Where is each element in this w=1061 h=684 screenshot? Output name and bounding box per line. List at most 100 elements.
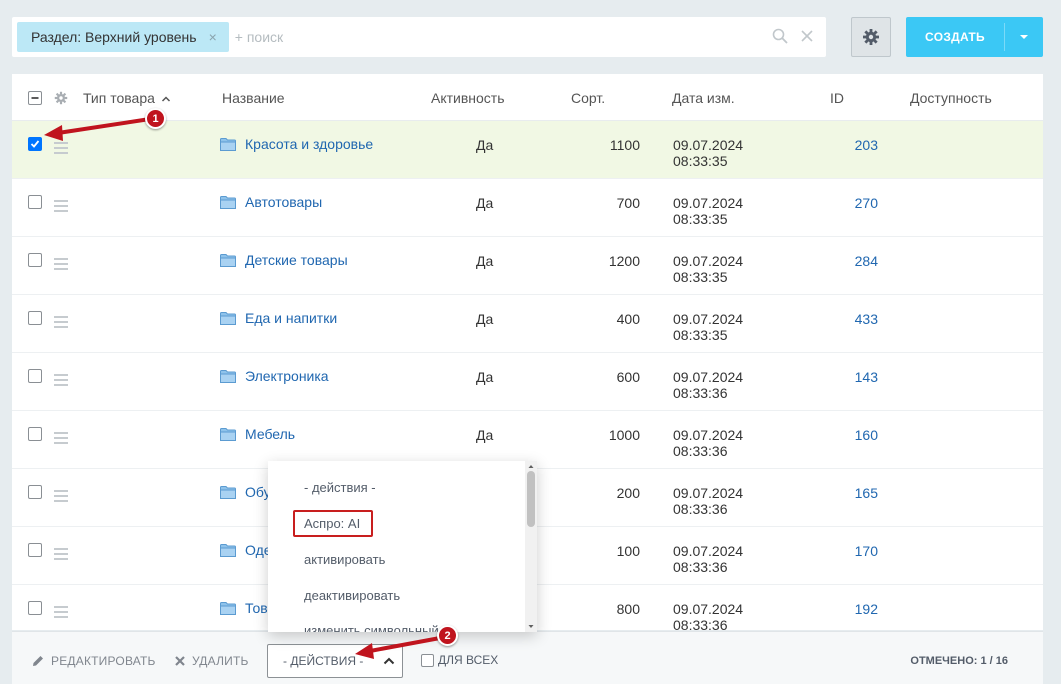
row-checkbox[interactable] [28,601,42,615]
create-dropdown-toggle[interactable] [1005,34,1043,40]
for-all-toggle[interactable]: ДЛЯ ВСЕХ [421,653,498,667]
row-name: Еда и напитки [245,310,338,326]
dropdown-item-deactivate[interactable]: деактивировать [304,588,400,603]
table-row[interactable]: Красота и здоровье Да 1100 09.07.2024 08:33:… [12,121,1043,179]
filter-bar: Раздел: Верхний уровень × [12,17,826,57]
column-header-type[interactable]: Тип товара [83,90,171,106]
row-id-link[interactable]: 143 [855,369,878,385]
filter-chip-label: Раздел: Верхний уровень [31,29,197,45]
row-id-link[interactable]: 433 [855,311,878,327]
row-date-time: 08:33:36 [673,385,728,401]
row-checkbox[interactable] [28,195,42,209]
delete-button[interactable]: УДАЛИТЬ [174,654,249,668]
row-date-day: 09.07.2024 [673,137,744,153]
drag-handle-icon[interactable] [54,432,68,447]
drag-handle-icon[interactable] [54,548,68,563]
row-date-day: 09.07.2024 [673,369,744,385]
table-row[interactable]: Электроника Да 600 09.07.2024 08:33:36 143 [12,353,1043,411]
row-name-link[interactable]: Обу [220,484,271,500]
row-date-day: 09.07.2024 [673,601,744,617]
column-settings-gear-icon[interactable] [54,91,68,105]
edit-button[interactable]: РЕДАКТИРОВАТЬ [31,654,156,668]
row-sort: 1100 [609,137,640,153]
clear-search-icon[interactable] [800,28,814,44]
scroll-down-arrow-icon[interactable] [525,623,537,631]
row-name-link[interactable]: Мебель [220,426,295,442]
table-row[interactable]: Детские товары Да 1200 09.07.2024 08:33:35 28… [12,237,1043,295]
row-date: 09.07.2024 08:33:36 [673,427,743,459]
bottom-action-panel: РЕДАКТИРОВАТЬ УДАЛИТЬ - ДЕЙСТВИЯ - ДЛЯ В… [12,631,1043,684]
row-id-link[interactable]: 192 [855,601,878,617]
row-id-link[interactable]: 203 [855,137,878,153]
drag-handle-icon[interactable] [54,258,68,273]
create-button[interactable]: СОЗДАТЬ [906,17,1043,57]
row-checkbox[interactable] [28,253,42,267]
row-sort: 200 [616,485,640,501]
row-name-link[interactable]: Оде [220,542,272,558]
dropdown-item-change-code[interactable]: изменить символьный [304,623,439,632]
search-icon[interactable] [772,28,788,44]
row-checkbox[interactable] [28,137,42,151]
column-header-availability[interactable]: Доступность [910,90,992,106]
row-date-day: 09.07.2024 [673,485,744,501]
edit-button-label: РЕДАКТИРОВАТЬ [51,654,156,668]
drag-handle-icon[interactable] [54,142,68,157]
row-id-link[interactable]: 160 [855,427,878,443]
table-header: Тип товара Название Активность Сорт. Дат… [12,74,1043,121]
dropdown-scroll-thumb[interactable] [527,471,535,527]
for-all-label: ДЛЯ ВСЕХ [438,653,499,667]
row-name-link[interactable]: Еда и напитки [220,310,337,326]
row-date-time: 08:33:35 [673,153,728,169]
row-sort: 600 [616,369,640,385]
settings-button[interactable] [851,17,891,57]
row-checkbox[interactable] [28,311,42,325]
for-all-checkbox[interactable] [421,653,434,667]
row-sort: 700 [616,195,640,211]
drag-handle-icon[interactable] [54,374,68,389]
row-name-link[interactable]: Тов [220,600,268,616]
row-active: Да [476,195,494,211]
row-checkbox[interactable] [28,369,42,383]
search-input[interactable] [234,29,735,45]
row-checkbox[interactable] [28,427,42,441]
dropdown-item-activate[interactable]: активировать [304,552,385,567]
chip-close-icon[interactable]: × [209,29,217,45]
dropdown-item-placeholder[interactable]: - действия - [304,480,376,495]
row-id-link[interactable]: 284 [855,253,878,269]
row-checkbox[interactable] [28,543,42,557]
row-id-link[interactable]: 170 [855,543,878,559]
scroll-up-arrow-icon[interactable] [525,462,537,470]
sort-up-icon [161,96,170,102]
create-button-label: СОЗДАТЬ [925,30,985,44]
row-date: 09.07.2024 08:33:35 [673,311,743,343]
pencil-icon [33,656,43,666]
drag-handle-icon[interactable] [54,490,68,505]
row-name-link[interactable]: Электроника [220,368,329,384]
filter-chip[interactable]: Раздел: Верхний уровень × [17,22,229,52]
column-header-active[interactable]: Активность [431,90,505,106]
row-id-link[interactable]: 270 [855,195,878,211]
column-header-id[interactable]: ID [830,90,844,106]
column-header-sort[interactable]: Сорт. [571,90,605,106]
row-id-link[interactable]: 165 [855,485,878,501]
row-name-link[interactable]: Детские товары [220,252,348,268]
select-all-checkbox[interactable] [28,91,42,105]
dropdown-scrollbar[interactable] [525,461,537,632]
table-row[interactable]: Автотовары Да 700 09.07.2024 08:33:35 270 [12,179,1043,237]
delete-x-icon [175,656,185,666]
drag-handle-icon[interactable] [54,606,68,621]
folder-icon [220,253,236,267]
row-name-link[interactable]: Автотовары [220,194,322,210]
folder-icon [220,601,236,615]
column-header-date[interactable]: Дата изм. [672,90,735,106]
column-header-name[interactable]: Название [222,90,285,106]
drag-handle-icon[interactable] [54,316,68,331]
row-name-link[interactable]: Красота и здоровье [220,136,373,152]
folder-icon [220,311,236,325]
table-row[interactable]: Еда и напитки Да 400 09.07.2024 08:33:35 433 [12,295,1043,353]
actions-select[interactable]: - ДЕЙСТВИЯ - [267,644,403,678]
row-date-time: 08:33:35 [673,327,728,343]
drag-handle-icon[interactable] [54,200,68,215]
row-checkbox[interactable] [28,485,42,499]
row-date: 09.07.2024 08:33:35 [673,253,743,285]
